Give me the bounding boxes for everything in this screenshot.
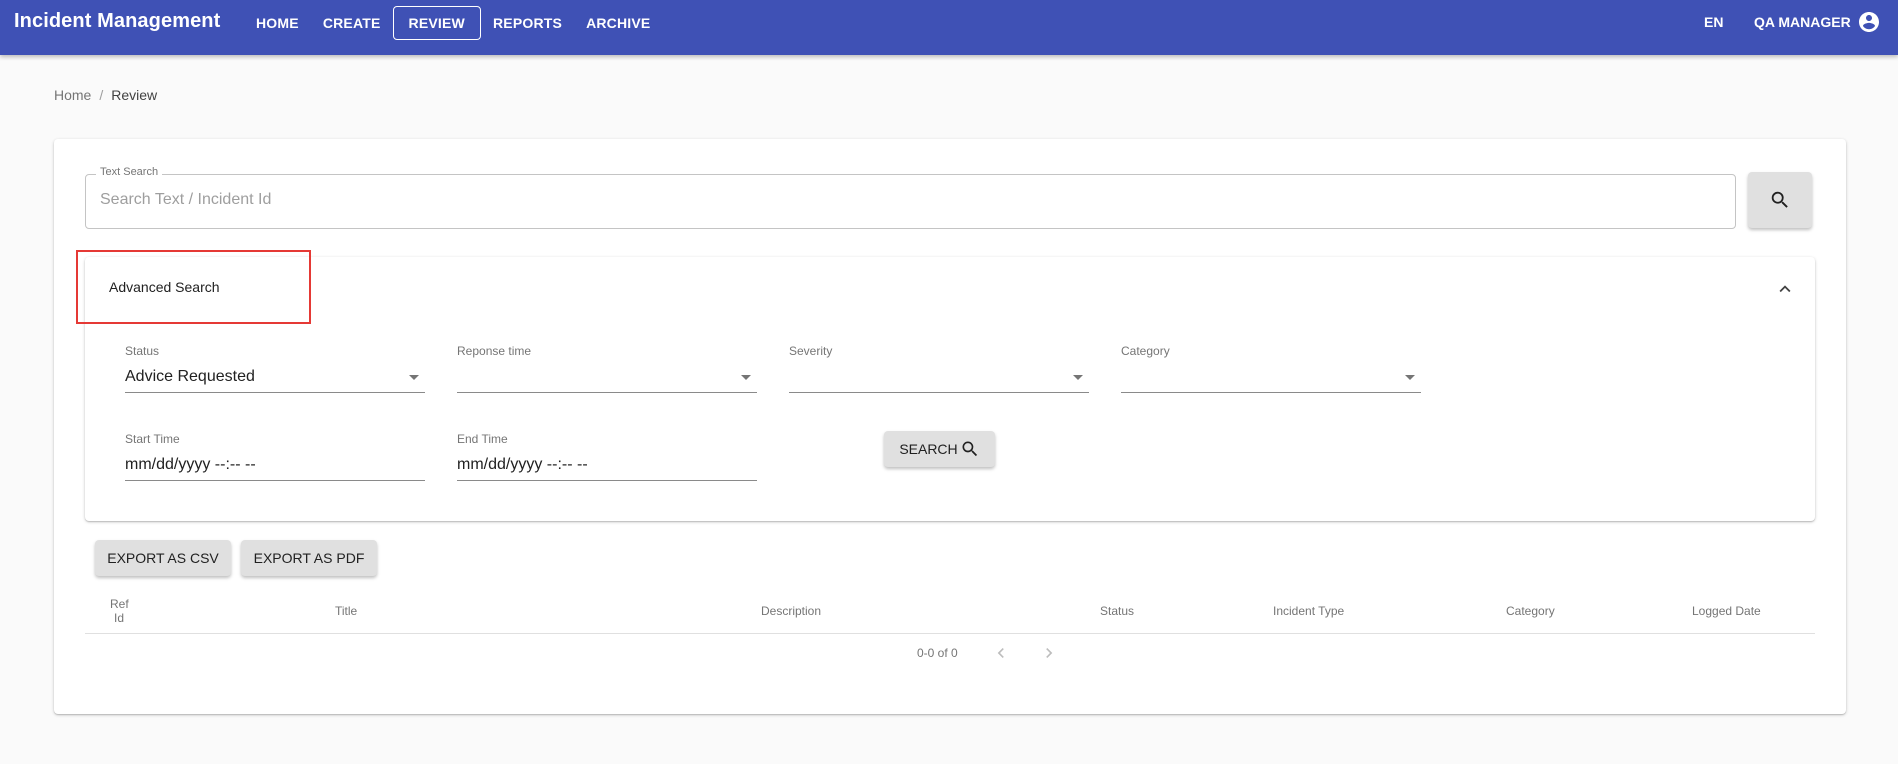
severity-select[interactable] — [789, 365, 1089, 393]
breadcrumb-home[interactable]: Home — [54, 87, 91, 103]
export-csv-button[interactable]: EXPORT AS CSV — [95, 540, 231, 576]
end-time-label: End Time — [457, 432, 508, 446]
nav-create[interactable]: CREATE — [311, 6, 393, 40]
text-search-input[interactable] — [100, 191, 1700, 209]
nav-archive[interactable]: ARCHIVE — [574, 6, 662, 40]
export-pdf-button[interactable]: EXPORT AS PDF — [241, 540, 377, 576]
app-bar: Incident Management HOME CREATE REVIEW R… — [0, 0, 1898, 55]
account-circle-icon — [1858, 12, 1879, 32]
response-time-field: Reponse time — [457, 344, 757, 393]
user-menu[interactable]: QA MANAGER — [1754, 9, 1881, 35]
status-select[interactable]: Advice Requested — [125, 365, 425, 393]
pagination-range: 0-0 of 0 — [917, 646, 958, 660]
advanced-search-button-label: SEARCH — [899, 441, 958, 457]
status-field: Status Advice Requested — [125, 344, 425, 393]
start-time-label: Start Time — [125, 432, 180, 446]
text-search-label: Text Search — [96, 166, 163, 178]
nav-home[interactable]: HOME — [244, 6, 311, 40]
column-incident-type[interactable]: Incident Type — [1273, 604, 1344, 618]
category-field: Category — [1121, 344, 1421, 393]
end-time-field: End Time mm/dd/yyyy --:-- -- — [457, 432, 757, 481]
dropdown-arrow-icon — [1073, 375, 1083, 380]
language-selector[interactable]: EN — [1704, 14, 1723, 30]
search-icon — [962, 441, 977, 457]
column-category[interactable]: Category — [1506, 604, 1555, 618]
nav-reports[interactable]: REPORTS — [481, 6, 574, 40]
search-icon — [1771, 191, 1788, 208]
category-label: Category — [1121, 344, 1170, 358]
review-card: Text Search Advanced Search Status Advic… — [54, 139, 1846, 714]
text-search-button[interactable] — [1748, 172, 1812, 228]
status-value: Advice Requested — [125, 368, 255, 385]
chevron-right-icon[interactable] — [1039, 643, 1059, 663]
breadcrumb: Home / Review — [54, 87, 157, 103]
main-nav: HOME CREATE REVIEW REPORTS ARCHIVE — [244, 6, 662, 40]
column-description[interactable]: Description — [761, 604, 821, 618]
column-logged-date[interactable]: Logged Date — [1692, 604, 1761, 618]
table-header: Ref Id Title Description Status Incident… — [85, 588, 1815, 634]
breadcrumb-separator: / — [99, 87, 104, 103]
status-label: Status — [125, 344, 160, 358]
dropdown-arrow-icon — [409, 375, 419, 380]
chevron-left-icon[interactable] — [991, 643, 1011, 663]
nav-review[interactable]: REVIEW — [392, 6, 481, 40]
severity-field: Severity — [789, 344, 1089, 393]
dropdown-arrow-icon — [741, 375, 751, 380]
user-name: QA MANAGER — [1754, 14, 1851, 30]
start-time-input[interactable]: mm/dd/yyyy --:-- -- — [125, 453, 425, 481]
breadcrumb-current: Review — [111, 87, 158, 103]
advanced-search-toggle[interactable]: Advanced Search — [109, 279, 220, 295]
column-ref[interactable]: Ref — [110, 597, 129, 611]
category-select[interactable] — [1121, 365, 1421, 393]
column-title[interactable]: Title — [335, 604, 357, 618]
app-title: Incident Management — [14, 10, 221, 32]
column-id[interactable]: Id — [114, 611, 124, 625]
end-time-input[interactable]: mm/dd/yyyy --:-- -- — [457, 453, 757, 481]
severity-label: Severity — [789, 344, 833, 358]
text-search-field: Text Search — [85, 166, 1736, 229]
response-time-label: Reponse time — [457, 344, 532, 358]
start-time-field: Start Time mm/dd/yyyy --:-- -- — [125, 432, 425, 481]
chevron-up-icon[interactable] — [1774, 278, 1796, 300]
column-status[interactable]: Status — [1100, 604, 1134, 618]
response-time-select[interactable] — [457, 365, 757, 393]
dropdown-arrow-icon — [1405, 375, 1415, 380]
advanced-search-panel: Advanced Search Status Advice Requested … — [76, 250, 1815, 521]
advanced-search-button[interactable]: SEARCH — [884, 431, 995, 467]
